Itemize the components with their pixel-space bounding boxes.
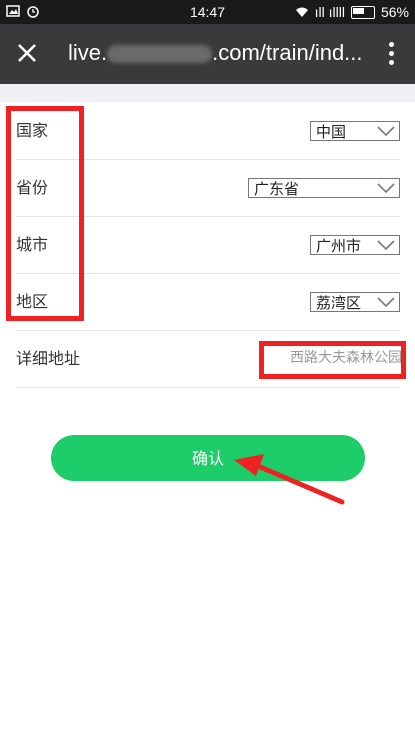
address-input[interactable] — [264, 346, 402, 370]
battery-percent: 56% — [380, 4, 409, 20]
browser-nav-bar: live. .com/train/ind... — [0, 24, 415, 84]
battery-icon — [350, 5, 375, 19]
url-prefix: live. — [68, 40, 108, 65]
city-select[interactable]: 广州市 — [310, 235, 400, 255]
chevron-down-icon — [377, 297, 395, 307]
url-suffix: .com/train/ind... — [212, 40, 363, 65]
country-select[interactable]: 中国 — [310, 121, 400, 141]
city-row: 城市 广州市 — [16, 216, 400, 274]
chevron-down-icon — [377, 126, 395, 136]
wifi-icon — [295, 7, 308, 17]
country-label: 国家 — [16, 121, 49, 140]
status-right-icons: ıll ıllll 56% — [295, 4, 409, 20]
country-row: 国家 中国 — [16, 102, 400, 160]
district-select[interactable]: 荔湾区 — [310, 292, 400, 312]
close-button[interactable] — [12, 38, 42, 68]
city-value: 广州市 — [316, 237, 362, 255]
more-icon — [388, 41, 394, 47]
province-label: 省份 — [16, 178, 49, 197]
province-select[interactable]: 广东省 — [248, 178, 400, 198]
district-row: 地区 荔湾区 — [16, 273, 400, 331]
more-button[interactable] — [381, 38, 401, 68]
signal-icon: ıll ıllll — [314, 4, 345, 20]
district-label: 地区 — [16, 292, 49, 311]
page-url: live. .com/train/ind... — [68, 38, 368, 68]
confirm-button[interactable]: 确认 — [51, 435, 365, 481]
district-value: 荔湾区 — [316, 294, 362, 312]
chevron-down-icon — [377, 240, 395, 250]
address-label: 详细地址 — [16, 349, 81, 368]
province-row: 省份 广东省 — [16, 159, 400, 217]
close-icon — [18, 44, 36, 62]
address-row: 详细地址 — [16, 330, 402, 388]
country-value: 中国 — [316, 123, 347, 141]
chevron-down-icon — [377, 183, 395, 193]
province-value: 广东省 — [254, 180, 300, 198]
header-gap — [0, 84, 415, 102]
url-redacted — [107, 45, 213, 64]
city-label: 城市 — [16, 235, 49, 254]
status-bar: 14:47 ıll ıllll 56% — [0, 0, 415, 24]
